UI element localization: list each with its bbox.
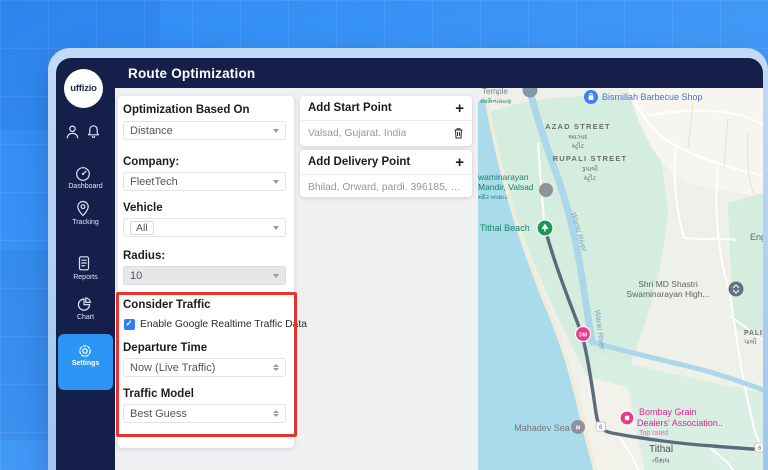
traffic-model-label: Traffic Model bbox=[123, 388, 194, 400]
start-point-title: Add Start Point bbox=[308, 102, 392, 114]
brand-logo[interactable]: uffizio bbox=[64, 69, 103, 108]
route-shield: 6 bbox=[596, 422, 606, 431]
azad-street-label-gu: સ્ટ્રીટ bbox=[572, 142, 585, 150]
azad-street-label: AZAD STREET bbox=[545, 122, 611, 131]
shri-shastri-label: Shri MD Shastri bbox=[638, 279, 698, 289]
settings-panel: Optimization Based On Distance Company: … bbox=[115, 88, 478, 470]
pali-label-gu: પાલી bbox=[744, 338, 757, 346]
rupali-street-label-gu: રૂપાલી bbox=[582, 165, 598, 173]
azad-street-label-gu: આઝાદ bbox=[568, 134, 588, 141]
bombay-top-rated-label: Top rated bbox=[639, 430, 668, 437]
engineering-label: Engin bbox=[750, 232, 763, 242]
chevron-down-icon bbox=[273, 180, 279, 184]
dm-marker[interactable]: DM bbox=[576, 327, 591, 342]
brand-logo-text: uffizio bbox=[70, 83, 97, 94]
tithal-town-label-gu: તીથલ bbox=[652, 456, 670, 465]
radius-label: Radius: bbox=[123, 250, 165, 262]
start-point-value: Valsad, Gujarat. India bbox=[308, 128, 406, 139]
pie-chart-icon bbox=[76, 296, 93, 313]
sidebar-label-chart[interactable]: Chart bbox=[56, 314, 115, 321]
bell-icon[interactable] bbox=[86, 124, 101, 140]
departure-time-select[interactable]: Now (Live Traffic) bbox=[123, 358, 286, 377]
dashboard-icon bbox=[74, 165, 92, 183]
map[interactable]: Temple સ્વામિનારાયણ Bismillah Barbecue S… bbox=[478, 88, 763, 470]
shri-shastri-label2: Swaminarayan High... bbox=[626, 289, 709, 299]
optimization-select[interactable]: Distance bbox=[123, 121, 286, 140]
traffic-checkbox-label: Enable Google Realtime Traffic Data bbox=[140, 319, 307, 330]
rupali-street-label: RUPALI STREET bbox=[553, 154, 628, 163]
app-window: Route Optimization uffizio Dashboard bbox=[48, 48, 768, 470]
route-shield: 6 bbox=[755, 443, 763, 452]
rupali-street-label-gu: સ્ટ્રીટ bbox=[584, 174, 597, 182]
delivery-point-title: Add Delivery Point bbox=[308, 156, 410, 168]
dm-marker-label: DM bbox=[579, 333, 587, 339]
start-point-card: Add Start Point + Valsad, Gujarat. India bbox=[300, 96, 472, 146]
trash-icon[interactable] bbox=[453, 127, 464, 139]
departure-time-label: Departure Time bbox=[123, 342, 207, 354]
delivery-point-card: Add Delivery Point + Bhilad, Orward, par… bbox=[300, 150, 472, 197]
add-delivery-point-button[interactable]: + bbox=[455, 155, 464, 170]
traffic-model-select[interactable]: Best Guess bbox=[123, 404, 286, 423]
swaminarayan-label-gu: મંદિર વલસાડ bbox=[478, 194, 507, 201]
vehicle-select[interactable]: All bbox=[123, 218, 286, 237]
optimization-label: Optimization Based On bbox=[123, 104, 250, 116]
bismillah-marker[interactable] bbox=[584, 90, 598, 104]
sidebar-label-dashboard[interactable]: Dashboard bbox=[56, 183, 115, 190]
chevron-down-icon bbox=[273, 274, 279, 278]
tithal-beach-marker[interactable] bbox=[537, 220, 553, 236]
sidebar-label-reports[interactable]: Reports bbox=[56, 274, 115, 281]
user-icon[interactable] bbox=[65, 124, 80, 140]
reports-icon bbox=[76, 255, 92, 272]
chevron-down-icon bbox=[273, 226, 279, 230]
swaminarayan-label2: Mandir, Valsad bbox=[478, 182, 534, 192]
company-value: FleetTech bbox=[130, 176, 178, 188]
radius-value: 10 bbox=[130, 270, 142, 282]
tithal-beach-label: Tithal Beach bbox=[480, 223, 530, 233]
sidebar-label-tracking[interactable]: Tracking bbox=[56, 219, 115, 226]
tracking-pin-icon bbox=[75, 200, 91, 218]
add-start-point-button[interactable]: + bbox=[455, 101, 464, 116]
mahadev-sea-label: Mahadev Sea bbox=[514, 423, 570, 433]
app-window-inner: Route Optimization uffizio Dashboard bbox=[56, 58, 763, 470]
swaminarayan-marker[interactable] bbox=[539, 183, 553, 197]
company-label: Company: bbox=[123, 156, 179, 168]
shri-shastri-marker[interactable] bbox=[729, 282, 744, 297]
updown-icon bbox=[273, 410, 279, 418]
pali-label: PALI H bbox=[744, 330, 763, 337]
screenshot-stage: Route Optimization uffizio Dashboard bbox=[0, 0, 768, 470]
swaminarayan-label: waminarayan bbox=[478, 172, 529, 182]
bombay-grain-label2: Dealers' Association.. bbox=[637, 418, 723, 428]
optimization-value: Distance bbox=[130, 125, 173, 137]
page-title: Route Optimization bbox=[128, 66, 255, 81]
gear-icon bbox=[77, 343, 93, 359]
departure-time-value: Now (Live Traffic) bbox=[130, 362, 215, 374]
consider-traffic-title: Consider Traffic bbox=[123, 299, 211, 311]
radius-select[interactable]: 10 bbox=[123, 266, 286, 285]
company-select[interactable]: FleetTech bbox=[123, 172, 286, 191]
tithal-town-label: Tithal bbox=[649, 444, 673, 455]
traffic-checkbox[interactable] bbox=[124, 319, 135, 330]
temple-label: Temple bbox=[482, 88, 508, 96]
vehicle-label: Vehicle bbox=[123, 202, 163, 214]
bombay-grain-marker[interactable] bbox=[620, 411, 634, 425]
mahadev-marker-glyph: M bbox=[576, 426, 581, 432]
sidebar-label-settings[interactable]: Settings bbox=[56, 360, 115, 367]
bismillah-label[interactable]: Bismillah Barbecue Shop bbox=[602, 92, 703, 102]
mahadev-sea-marker[interactable]: M bbox=[571, 420, 585, 434]
bombay-grain-label: Bombay Grain bbox=[639, 407, 697, 417]
delivery-point-value: Bhilad, Orward, pardi. 396185, Va... bbox=[308, 182, 464, 193]
vehicle-chip: All bbox=[130, 221, 154, 235]
traffic-model-value: Best Guess bbox=[130, 408, 187, 420]
updown-icon bbox=[273, 364, 279, 372]
chevron-down-icon bbox=[273, 129, 279, 133]
temple-label-gu: સ્વામિનારાયણ bbox=[480, 98, 512, 105]
